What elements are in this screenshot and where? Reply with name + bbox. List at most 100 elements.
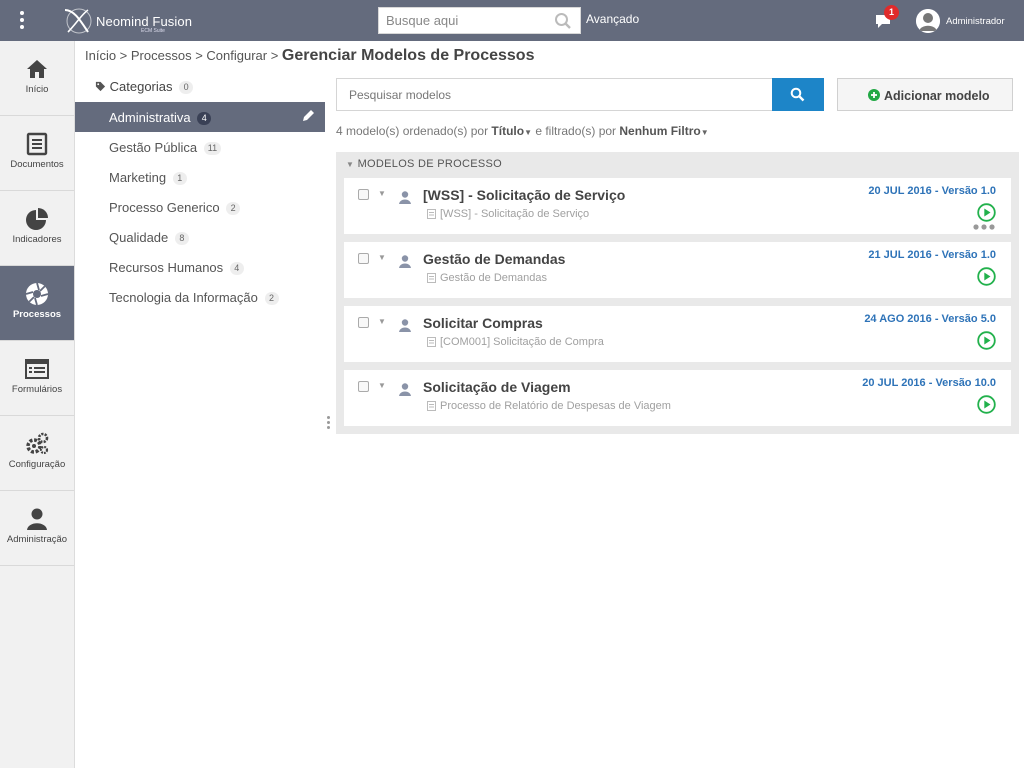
breadcrumb: Início > Processos > Configurar > Gerenc… xyxy=(85,47,534,65)
sort-selector[interactable]: Título xyxy=(491,124,524,138)
global-search-input[interactable] xyxy=(379,8,549,33)
select-checkbox[interactable] xyxy=(358,189,369,200)
filter-summary: 4 modelo(s) ordenado(s) por Título▼ e fi… xyxy=(336,124,709,138)
expand-icon[interactable]: ▼ xyxy=(378,189,386,198)
categories-header[interactable]: Categorias 0 xyxy=(95,79,194,95)
filter-prefix: 4 modelo(s) ordenado(s) por xyxy=(336,124,489,138)
category-name: Marketing xyxy=(109,170,167,185)
filter-middle: e filtrado(s) por xyxy=(535,124,617,138)
category-item-administrativa[interactable]: Administrativa 4 xyxy=(75,102,325,132)
category-item-marketing[interactable]: Marketing 1 xyxy=(75,162,325,192)
category-label: Qualidade 8 xyxy=(109,230,189,246)
category-item-recursos-humanos[interactable]: Recursos Humanos 4 xyxy=(75,252,325,282)
category-name: Processo Generico xyxy=(109,200,220,215)
play-icon[interactable] xyxy=(977,267,996,286)
model-version-date[interactable]: 24 AGO 2016 - Versão 5.0 xyxy=(864,313,996,325)
select-checkbox[interactable] xyxy=(358,253,369,264)
person-icon xyxy=(399,383,411,396)
left-nav: Início Documentos Indicadores Processos xyxy=(0,41,75,768)
caret-down-icon[interactable]: ▼ xyxy=(524,128,532,137)
model-version-date[interactable]: 20 JUL 2016 - Versão 1.0 xyxy=(868,185,996,197)
model-subtitle: [WSS] - Solicitação de Serviço xyxy=(440,208,590,220)
nav-item-processos[interactable]: Processos xyxy=(0,266,74,341)
model-subtitle: [COM001] Solicitação de Compra xyxy=(440,336,604,348)
categories-title: Categorias xyxy=(109,79,173,94)
model-card[interactable]: ▼ [WSS] - Solicitação de Serviço [WSS] -… xyxy=(344,178,1011,234)
count-badge: 2 xyxy=(226,202,241,216)
nav-item-inicio[interactable]: Início xyxy=(0,41,74,116)
select-checkbox[interactable] xyxy=(358,381,369,392)
filter-selector[interactable]: Nenhum Filtro xyxy=(619,124,700,138)
nav-item-configuracao[interactable]: Configuração xyxy=(0,416,74,491)
document-icon xyxy=(427,337,436,347)
brand-sub: ECM Suite xyxy=(141,28,165,34)
pencil-icon[interactable] xyxy=(302,109,315,122)
menu-icon[interactable] xyxy=(18,11,26,31)
category-label: Tecnologia da Informação 2 xyxy=(109,290,279,306)
form-list-icon xyxy=(25,359,49,379)
more-options-icon[interactable] xyxy=(973,224,995,230)
panel-splitter[interactable] xyxy=(327,416,331,430)
search-icon xyxy=(790,87,805,102)
tag-icon xyxy=(95,81,106,92)
nav-label: Indicadores xyxy=(12,234,62,245)
count-badge: 2 xyxy=(264,292,279,306)
category-label: Recursos Humanos 4 xyxy=(109,260,244,276)
advanced-search-link[interactable]: Avançado xyxy=(586,12,639,26)
model-subtitle: Processo de Relatório de Despesas de Via… xyxy=(440,400,671,412)
model-card[interactable]: ▼ Solicitar Compras [COM001] Solicitação… xyxy=(344,306,1011,362)
user-admin-icon xyxy=(27,508,47,530)
category-item-qualidade[interactable]: Qualidade 8 xyxy=(75,222,325,252)
aperture-icon xyxy=(25,282,49,306)
category-label: Processo Generico 2 xyxy=(109,200,241,216)
model-title[interactable]: Solicitação de Viagem xyxy=(423,379,571,395)
pie-chart-icon xyxy=(26,208,48,230)
nav-item-administracao[interactable]: Administração xyxy=(0,491,74,566)
model-version-date[interactable]: 20 JUL 2016 - Versão 10.0 xyxy=(862,377,996,389)
category-item-processo-generico[interactable]: Processo Generico 2 xyxy=(75,192,325,222)
model-card[interactable]: ▼ Gestão de Demandas Gestão de Demandas … xyxy=(344,242,1011,298)
model-search-input[interactable] xyxy=(337,79,767,110)
nav-item-formularios[interactable]: Formulários xyxy=(0,341,74,416)
plus-circle-icon xyxy=(868,89,880,101)
breadcrumb-path[interactable]: Início > Processos > Configurar > xyxy=(85,48,278,63)
caret-down-icon[interactable]: ▼ xyxy=(701,128,709,137)
model-title[interactable]: Solicitar Compras xyxy=(423,315,543,331)
top-bar: Neomind Fusion ECM Suite Avançado 1 Admi… xyxy=(0,0,1024,41)
gears-icon xyxy=(26,432,49,455)
category-panel: Categorias 0 Administrativa 4 Gestão Púb… xyxy=(75,71,325,768)
expand-icon[interactable]: ▼ xyxy=(378,253,386,262)
user-avatar-icon xyxy=(916,9,940,33)
category-name: Recursos Humanos xyxy=(109,260,224,275)
play-icon[interactable] xyxy=(977,331,996,350)
add-model-label: Adicionar modelo xyxy=(884,89,990,103)
nav-label: Documentos xyxy=(10,159,64,170)
models-section-header[interactable]: ▼ MODELOS DE PROCESSO xyxy=(346,158,502,170)
category-item-tecnologia[interactable]: Tecnologia da Informação 2 xyxy=(75,282,325,312)
play-icon[interactable] xyxy=(977,203,996,222)
add-model-button[interactable]: Adicionar modelo xyxy=(837,78,1013,111)
count-badge: 1 xyxy=(172,172,187,186)
category-item-gestao-publica[interactable]: Gestão Pública 11 xyxy=(75,132,325,162)
expand-icon[interactable]: ▼ xyxy=(378,381,386,390)
play-icon[interactable] xyxy=(977,395,996,414)
nav-label: Administração xyxy=(6,534,68,545)
search-icon[interactable] xyxy=(554,12,572,30)
model-card[interactable]: ▼ Solicitação de Viagem Processo de Rela… xyxy=(344,370,1011,426)
category-name: Gestão Pública xyxy=(109,140,198,155)
model-title[interactable]: [WSS] - Solicitação de Serviço xyxy=(423,187,625,203)
avatar[interactable] xyxy=(916,9,940,33)
nav-item-indicadores[interactable]: Indicadores xyxy=(0,191,74,266)
select-checkbox[interactable] xyxy=(358,317,369,328)
models-section-title: MODELOS DE PROCESSO xyxy=(357,158,503,170)
model-title[interactable]: Gestão de Demandas xyxy=(423,251,565,267)
model-version-date[interactable]: 21 JUL 2016 - Versão 1.0 xyxy=(868,249,996,261)
model-search-button[interactable] xyxy=(772,78,824,111)
count-badge: 8 xyxy=(174,232,189,246)
count-badge: 0 xyxy=(179,81,194,95)
user-name[interactable]: Administrador xyxy=(946,16,1005,27)
document-icon xyxy=(427,209,436,219)
nav-item-documentos[interactable]: Documentos xyxy=(0,116,74,191)
expand-icon[interactable]: ▼ xyxy=(378,317,386,326)
page-title: Gerenciar Modelos de Processos xyxy=(281,47,535,64)
